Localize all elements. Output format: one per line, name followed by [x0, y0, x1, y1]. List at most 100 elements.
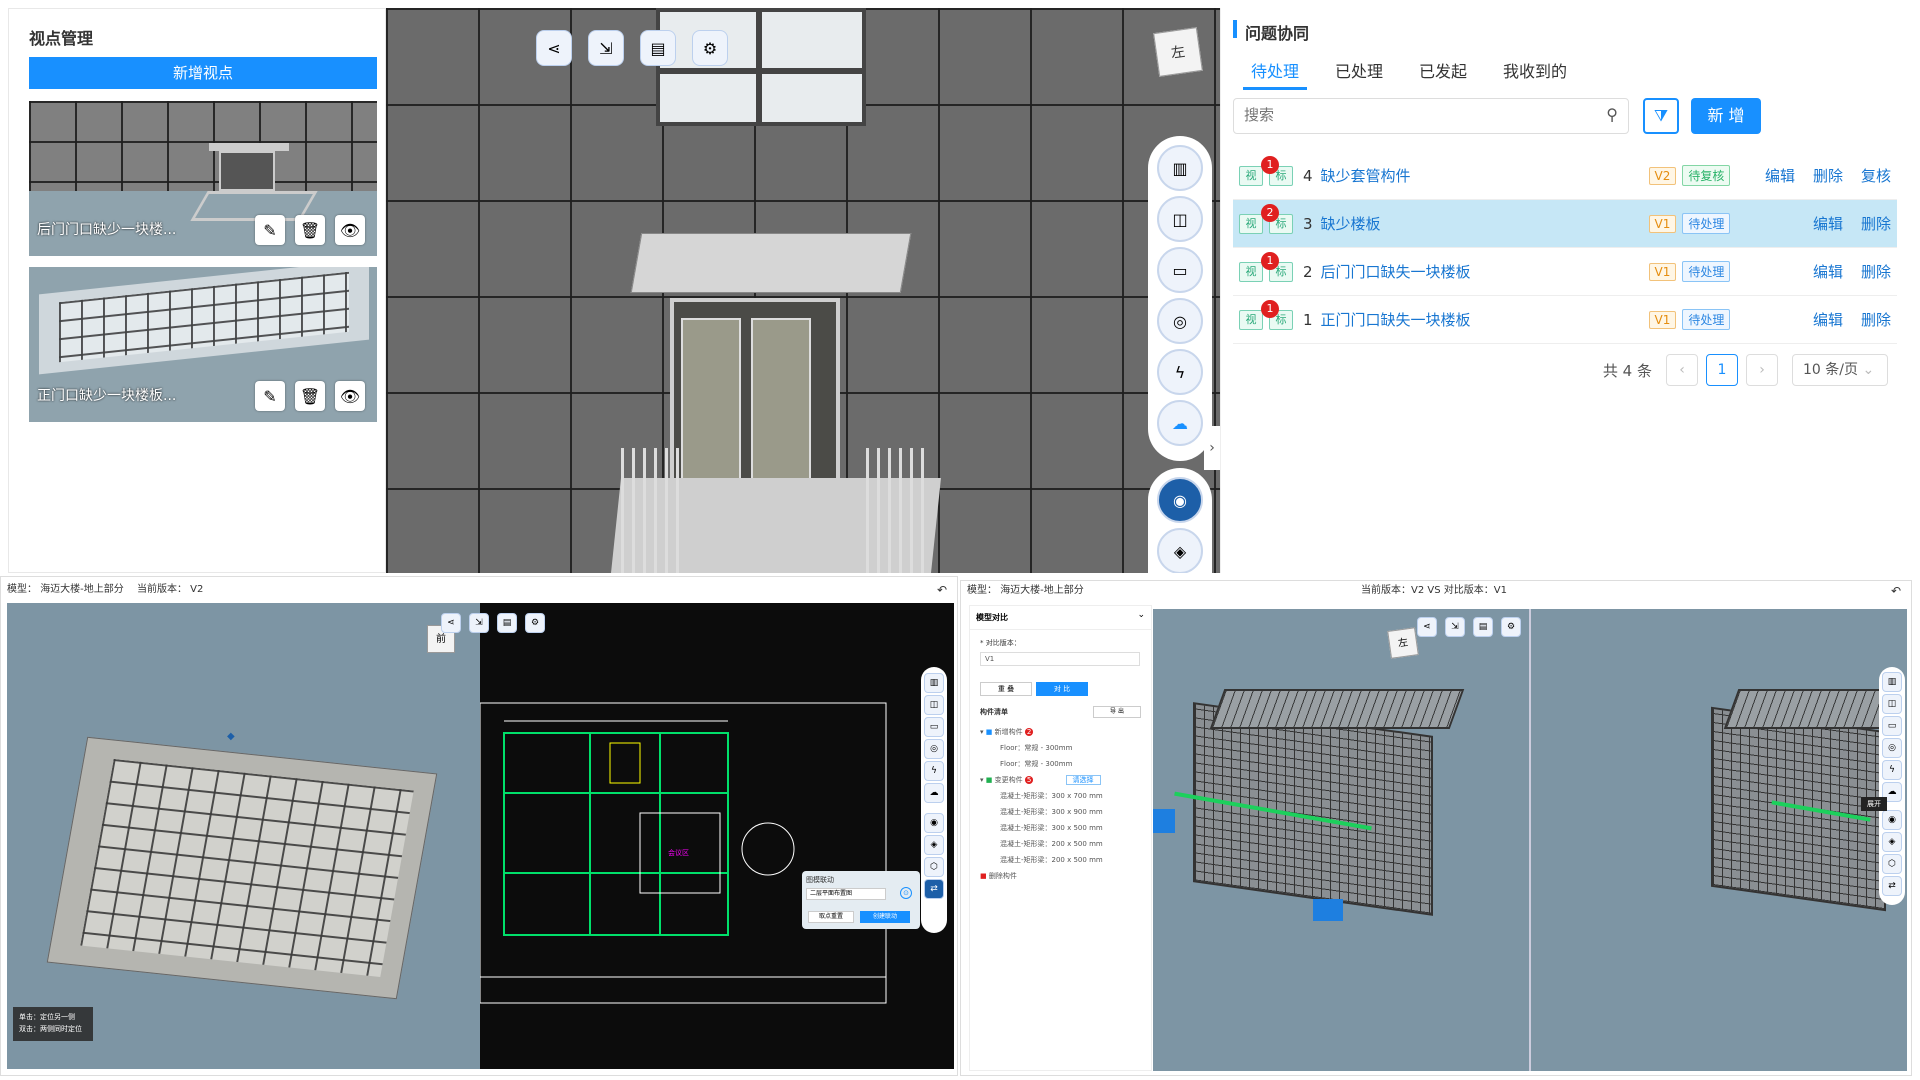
- edit-icon[interactable]: ✎: [255, 381, 285, 411]
- export-button[interactable]: 导 出: [1093, 706, 1141, 718]
- share-icon[interactable]: ⋖: [1417, 617, 1437, 637]
- tree-item[interactable]: 混凝土-矩形梁：300 x 500 mm: [980, 820, 1141, 836]
- delete-icon[interactable]: 🗑: [295, 381, 325, 411]
- delete-link[interactable]: 删除: [1861, 261, 1891, 282]
- lightning-icon[interactable]: ϟ: [1882, 760, 1902, 780]
- next-page-button[interactable]: ›: [1746, 354, 1778, 386]
- view-chip[interactable]: 视: [1239, 261, 1263, 282]
- issue-row[interactable]: 2 视 标 3 缺少楼板 V1 待处理 编辑 删除: [1233, 200, 1897, 248]
- lightning-icon[interactable]: ϟ: [924, 761, 944, 781]
- cad-viewport[interactable]: 会议区 图模联动 二层平面布置图 ⊙ 取点重置 创建联动: [480, 603, 954, 1069]
- view-chip[interactable]: 视: [1239, 213, 1263, 234]
- eye-icon[interactable]: 👁: [335, 381, 365, 411]
- document-icon[interactable]: ▥: [1882, 672, 1902, 692]
- tree-item[interactable]: 混凝土-矩形梁：300 x 900 mm: [980, 804, 1141, 820]
- eye-icon[interactable]: ◉: [1882, 810, 1902, 830]
- compare-button[interactable]: 对 比: [1036, 682, 1088, 696]
- add-viewpoint-button[interactable]: 新增视点: [29, 57, 377, 89]
- link-icon[interactable]: ⇄: [924, 879, 944, 899]
- share-icon[interactable]: ⋖: [536, 30, 572, 66]
- expand-button[interactable]: 展开: [1861, 797, 1887, 811]
- cube-icon[interactable]: ⬡: [924, 857, 944, 877]
- collapse-chevron-icon[interactable]: ›: [1204, 426, 1220, 470]
- tag-icon[interactable]: ◈: [1157, 528, 1203, 573]
- orbit-icon[interactable]: ◎: [1157, 298, 1203, 344]
- section-icon[interactable]: ◫: [1882, 694, 1902, 714]
- edit-link[interactable]: 编辑: [1765, 165, 1795, 186]
- edit-icon[interactable]: ✎: [255, 215, 285, 245]
- tree-item[interactable]: Floor：常规 - 300mm: [980, 740, 1141, 756]
- settings-icon[interactable]: ⚙: [1501, 617, 1521, 637]
- cube-icon[interactable]: ⬡: [1882, 854, 1902, 874]
- drawing-icon[interactable]: ▤: [497, 613, 517, 633]
- drawing-select[interactable]: 二层平面布置图: [806, 888, 886, 900]
- import-icon[interactable]: ⇲: [469, 613, 489, 633]
- prev-page-button[interactable]: ‹: [1666, 354, 1698, 386]
- edit-link[interactable]: 编辑: [1813, 309, 1843, 330]
- delete-link[interactable]: 删除: [1861, 213, 1891, 234]
- import-icon[interactable]: ⇲: [588, 30, 624, 66]
- settings-icon[interactable]: ⚙: [692, 30, 728, 66]
- model-viewport-3d[interactable]: ⋖ ⇲ ▤ ⚙ 左 ▥ ◫ ▭ ◎ ϟ ☁ ◉ ◈ ›: [386, 8, 1220, 573]
- section-icon[interactable]: ◫: [924, 695, 944, 715]
- view-cube[interactable]: 左: [1387, 627, 1419, 659]
- tree-group-deleted[interactable]: ■ 删除构件: [980, 868, 1141, 884]
- layer-icon[interactable]: ▭: [1882, 716, 1902, 736]
- lightning-icon[interactable]: ϟ: [1157, 349, 1203, 395]
- locate-icon[interactable]: ⊙: [900, 887, 912, 899]
- compare-version-select[interactable]: V1: [980, 652, 1140, 666]
- tag-icon[interactable]: ◈: [1882, 832, 1902, 852]
- viewpoint-card[interactable]: 后门门口缺少一块楼... ✎ 🗑 👁: [29, 101, 377, 256]
- chevron-down-icon[interactable]: ⌄: [1137, 610, 1145, 620]
- import-icon[interactable]: ⇲: [1445, 617, 1465, 637]
- reset-point-button[interactable]: 取点重置: [808, 911, 854, 923]
- issue-title[interactable]: 缺少套管构件: [1321, 165, 1649, 186]
- issue-title[interactable]: 缺少楼板: [1321, 213, 1649, 234]
- review-link[interactable]: 复核: [1861, 165, 1891, 186]
- tree-group-added[interactable]: ▾ ■ 新增构件 2: [980, 724, 1141, 740]
- eye-icon[interactable]: 👁: [335, 215, 365, 245]
- back-icon[interactable]: ↶: [1891, 581, 1901, 601]
- document-icon[interactable]: ▥: [924, 673, 944, 693]
- back-icon[interactable]: ↶: [937, 577, 947, 603]
- filter-button[interactable]: ⧩: [1643, 98, 1679, 134]
- layer-icon[interactable]: ▭: [924, 717, 944, 737]
- search-input[interactable]: [1244, 99, 1584, 131]
- tree-item[interactable]: 混凝土-矩形梁：200 x 500 mm: [980, 836, 1141, 852]
- issue-row[interactable]: 1 视 标 1 正门门口缺失一块楼板 V1 待处理 编辑 删除: [1233, 296, 1897, 344]
- viewpoint-card[interactable]: 正门口缺少一块楼板... ✎ 🗑 👁: [29, 267, 377, 422]
- tab-received[interactable]: 我收到的: [1485, 54, 1585, 90]
- tree-item[interactable]: Floor：常规 - 300mm: [980, 756, 1141, 772]
- drawing-icon[interactable]: ▤: [640, 30, 676, 66]
- cloud-icon[interactable]: ☁: [924, 783, 944, 803]
- delete-link[interactable]: 删除: [1813, 165, 1843, 186]
- compare-viewport-previous[interactable]: ▥ ◫ ▭ ◎ ϟ ☁ ◉ ◈ ⬡ ⇄ 展开: [1531, 609, 1907, 1071]
- tab-handled[interactable]: 已处理: [1317, 54, 1401, 90]
- create-linkage-button[interactable]: 创建联动: [860, 911, 910, 923]
- layer-icon[interactable]: ▭: [1157, 247, 1203, 293]
- changed-filter-select[interactable]: 请选择: [1065, 775, 1101, 785]
- view-chip[interactable]: 视: [1239, 309, 1263, 330]
- issue-row[interactable]: 1 视 标 4 缺少套管构件 V2 待复核 编辑 删除 复核: [1233, 152, 1897, 200]
- issue-title[interactable]: 正门门口缺失一块楼板: [1321, 309, 1649, 330]
- view-chip[interactable]: 视: [1239, 165, 1263, 186]
- search-icon[interactable]: ⚲: [1606, 105, 1618, 124]
- compare-viewport-current[interactable]: 左 ⋖ ⇲ ▤ ⚙: [1153, 609, 1529, 1071]
- tree-item[interactable]: 混凝土-矩形梁：200 x 500 mm: [980, 852, 1141, 868]
- orbit-icon[interactable]: ◎: [924, 739, 944, 759]
- link-icon[interactable]: ⇄: [1882, 876, 1902, 896]
- settings-icon[interactable]: ⚙: [525, 613, 545, 633]
- new-issue-button[interactable]: 新 增: [1691, 98, 1761, 134]
- tree-group-changed[interactable]: ▾ ■ 变更构件 5 请选择: [980, 772, 1141, 788]
- edit-link[interactable]: 编辑: [1813, 261, 1843, 282]
- edit-link[interactable]: 编辑: [1813, 213, 1843, 234]
- drawing-icon[interactable]: ▤: [1473, 617, 1493, 637]
- issue-row[interactable]: 1 视 标 2 后门门口缺失一块楼板 V1 待处理 编辑 删除: [1233, 248, 1897, 296]
- delete-icon[interactable]: 🗑: [295, 215, 325, 245]
- section-icon[interactable]: ◫: [1157, 196, 1203, 242]
- page-size-select[interactable]: 10 条/页 ⌄: [1792, 354, 1888, 386]
- tree-item[interactable]: 混凝土-矩形梁：300 x 700 mm: [980, 788, 1141, 804]
- tab-pending[interactable]: 待处理: [1233, 54, 1317, 90]
- tag-icon[interactable]: ◈: [924, 835, 944, 855]
- overlap-button[interactable]: 重 叠: [980, 682, 1032, 696]
